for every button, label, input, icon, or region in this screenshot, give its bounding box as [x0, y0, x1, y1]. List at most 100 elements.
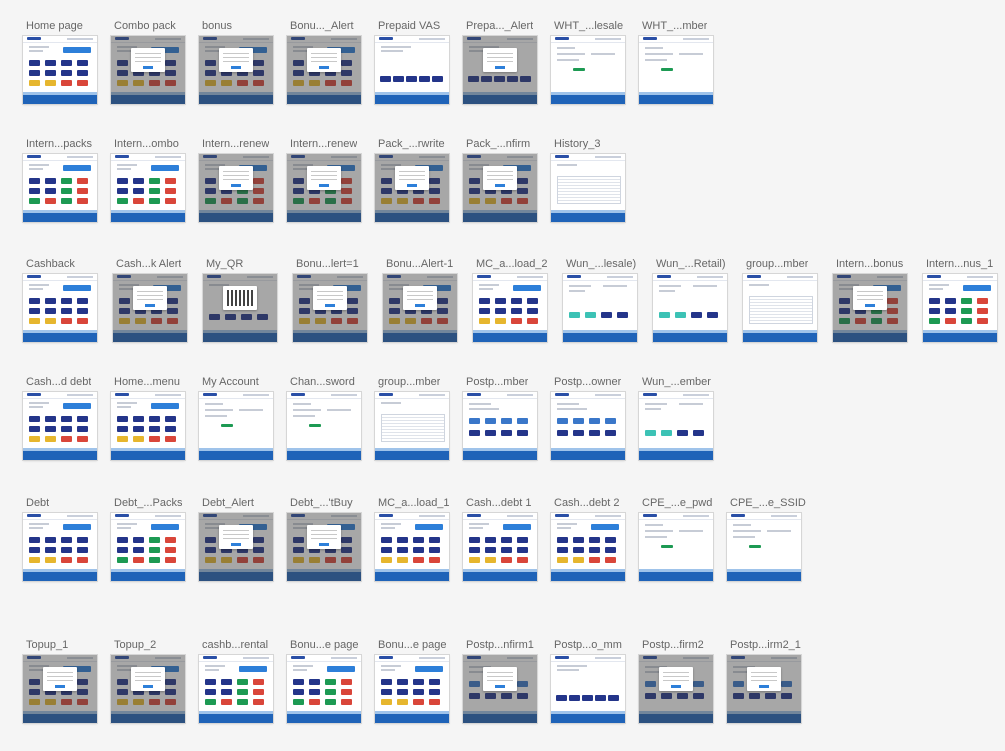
artboard-thumbnail[interactable] [463, 154, 537, 222]
artboard[interactable]: WHT_...mber [639, 20, 719, 104]
artboard-thumbnail[interactable] [551, 655, 625, 723]
artboard-label[interactable]: Bonu...Alert-1 [386, 258, 453, 271]
artboard-label[interactable]: Postp...mber [466, 376, 528, 389]
artboard[interactable]: WHT_...lesale [551, 20, 631, 104]
artboard-thumbnail[interactable] [287, 36, 361, 104]
artboard-label[interactable]: Postp...firm2 [642, 639, 704, 652]
artboard-thumbnail[interactable] [287, 513, 361, 581]
artboard-label[interactable]: Intern...renew [290, 138, 357, 151]
artboard-label[interactable]: Bonu...e page [378, 639, 447, 652]
artboard-thumbnail[interactable] [727, 655, 801, 723]
artboard[interactable]: Home...menu [111, 376, 191, 460]
artboard-thumbnail[interactable] [111, 154, 185, 222]
artboard-thumbnail[interactable] [23, 274, 97, 342]
artboard-thumbnail[interactable] [639, 36, 713, 104]
artboard[interactable]: Bonu...e page [287, 639, 367, 723]
artboard-thumbnail[interactable] [563, 274, 637, 342]
artboard-label[interactable]: Intern...bonus [836, 258, 903, 271]
artboard[interactable]: Bonu...lert=1 [293, 258, 373, 342]
artboard-label[interactable]: Prepa..._Alert [466, 20, 533, 33]
artboard-label[interactable]: Debt_Alert [202, 497, 254, 510]
artboard-thumbnail[interactable] [923, 274, 997, 342]
artboard-label[interactable]: Home...menu [114, 376, 180, 389]
artboard[interactable]: MC_a...load_2 [473, 258, 553, 342]
artboard[interactable]: Prepa..._Alert [463, 20, 543, 104]
artboard-thumbnail[interactable] [23, 655, 97, 723]
artboard-thumbnail[interactable] [473, 274, 547, 342]
artboard[interactable]: cashb...rental [199, 639, 279, 723]
artboard[interactable]: Bonu...e page [375, 639, 455, 723]
artboard-label[interactable]: Cash...debt 1 [466, 497, 531, 510]
artboard-thumbnail[interactable] [111, 36, 185, 104]
artboard[interactable]: Intern...nus_1 [923, 258, 1003, 342]
artboard-thumbnail[interactable] [111, 513, 185, 581]
artboard-thumbnail[interactable] [653, 274, 727, 342]
artboard-label[interactable]: Postp...owner [554, 376, 621, 389]
artboard-label[interactable]: Wun_...ember [642, 376, 711, 389]
artboard-thumbnail[interactable] [375, 655, 449, 723]
artboard-label[interactable]: Cashback [26, 258, 75, 271]
artboard-label[interactable]: cashb...rental [202, 639, 268, 652]
artboard[interactable]: Wun_...lesale) [563, 258, 643, 342]
artboard-label[interactable]: Topup_2 [114, 639, 156, 652]
artboard-label[interactable]: Home page [26, 20, 83, 33]
artboard-label[interactable]: Combo pack [114, 20, 176, 33]
artboard-label[interactable]: CPE_...e_SSID [730, 497, 806, 510]
artboard-thumbnail[interactable] [727, 513, 801, 581]
artboard[interactable]: Intern...ombo [111, 138, 191, 222]
artboard-label[interactable]: Bonu...lert=1 [296, 258, 359, 271]
artboard-label[interactable]: MC_a...load_2 [476, 258, 548, 271]
artboard[interactable]: Chan...sword [287, 376, 367, 460]
artboard-label[interactable]: group...mber [378, 376, 440, 389]
artboard-label[interactable]: Pack_...nfirm [466, 138, 530, 151]
artboard-thumbnail[interactable] [463, 513, 537, 581]
artboard-label[interactable]: Bonu...e page [290, 639, 359, 652]
artboard-label[interactable]: group...mber [746, 258, 808, 271]
artboard-label[interactable]: Intern...renew [202, 138, 269, 151]
artboard-thumbnail[interactable] [383, 274, 457, 342]
artboard-label[interactable]: History_3 [554, 138, 600, 151]
artboard-label[interactable]: Wun_...lesale) [566, 258, 636, 271]
artboard[interactable]: Bonu...Alert-1 [383, 258, 463, 342]
artboard[interactable]: Intern...renew [199, 138, 279, 222]
artboard-label[interactable]: Intern...nus_1 [926, 258, 993, 271]
artboard[interactable]: Intern...renew [287, 138, 367, 222]
artboard[interactable]: Cash...d debt [23, 376, 103, 460]
artboard[interactable]: Topup_2 [111, 639, 191, 723]
artboard-label[interactable]: Postp...o_mm [554, 639, 622, 652]
artboard-label[interactable]: Wun_...Retail) [656, 258, 726, 271]
artboard-thumbnail[interactable] [551, 36, 625, 104]
artboard-label[interactable]: Cash...d debt [26, 376, 91, 389]
artboard-thumbnail[interactable] [23, 154, 97, 222]
artboard[interactable]: bonus [199, 20, 279, 104]
artboard-thumbnail[interactable] [639, 392, 713, 460]
artboard-thumbnail[interactable] [375, 513, 449, 581]
artboard[interactable]: Pack_...rwrite [375, 138, 455, 222]
artboard[interactable]: Postp...mber [463, 376, 543, 460]
artboard-label[interactable]: Intern...ombo [114, 138, 179, 151]
artboard[interactable]: Bonu..._Alert [287, 20, 367, 104]
artboard[interactable]: History_3 [551, 138, 631, 222]
artboard-label[interactable]: CPE_...e_pwd [642, 497, 712, 510]
artboard-thumbnail[interactable] [463, 392, 537, 460]
artboard[interactable]: Home page [23, 20, 103, 104]
artboard-label[interactable]: Debt_...'tBuy [290, 497, 353, 510]
artboard-thumbnail[interactable] [293, 274, 367, 342]
artboard-label[interactable]: Prepaid VAS [378, 20, 440, 33]
artboard-label[interactable]: Debt_...Packs [114, 497, 182, 510]
artboard[interactable]: Pack_...nfirm [463, 138, 543, 222]
artboard[interactable]: group...mber [743, 258, 823, 342]
artboard-thumbnail[interactable] [23, 392, 97, 460]
artboard-thumbnail[interactable] [199, 513, 273, 581]
artboard-thumbnail[interactable] [743, 274, 817, 342]
artboard[interactable]: Wun_...Retail) [653, 258, 733, 342]
artboard-thumbnail[interactable] [111, 655, 185, 723]
artboard-thumbnail[interactable] [551, 392, 625, 460]
artboard[interactable]: Cashback [23, 258, 103, 342]
artboard[interactable]: Cash...debt 2 [551, 497, 631, 581]
artboard[interactable]: Postp...owner [551, 376, 631, 460]
artboard-thumbnail[interactable] [199, 655, 273, 723]
artboard-label[interactable]: Bonu..._Alert [290, 20, 354, 33]
artboard-thumbnail[interactable] [199, 154, 273, 222]
artboard-label[interactable]: My Account [202, 376, 259, 389]
